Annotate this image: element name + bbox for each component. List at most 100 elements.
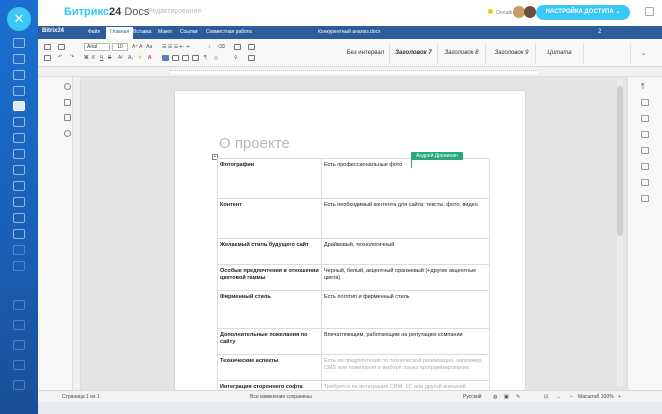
table-row[interactable]: Технические аспекты Есть ли предпочтения … (217, 354, 490, 381)
table-cell-label[interactable]: Контент (217, 198, 322, 239)
table-cell-value[interactable]: Есть профессиональные фото (321, 158, 490, 199)
superscript-icon[interactable]: A² (118, 55, 123, 61)
header-footer-icon[interactable] (641, 131, 649, 138)
table-cell-value[interactable]: Есть необходимый контента для сайта: тек… (321, 198, 490, 239)
bullets-icon[interactable]: ☰ ☰ ☰ ⇤ ⇥ (162, 44, 189, 50)
docs-icon[interactable] (13, 101, 25, 111)
clear-format-icon[interactable]: ⌫ (218, 44, 225, 50)
redo-icon[interactable]: ↷ (70, 54, 74, 60)
table-cell-label[interactable]: Дополнительные пожелания по сайту (217, 328, 322, 355)
close-icon[interactable]: ✕ (7, 7, 31, 31)
font-size-select[interactable]: 10 (112, 43, 128, 51)
info-icon[interactable] (64, 130, 71, 137)
feed-icon[interactable] (13, 54, 25, 64)
crm-icon[interactable] (13, 165, 25, 175)
table-cell-label[interactable]: Интеграция стороннего софта (217, 380, 322, 390)
nav-icon-5[interactable] (13, 340, 25, 350)
table-cell-value[interactable]: Есть логотип и фирменный стиль (321, 290, 490, 329)
scrollbar-thumb[interactable] (617, 86, 623, 236)
tasks-icon[interactable] (13, 70, 25, 80)
copy-style-icon[interactable] (234, 44, 241, 50)
cut-icon[interactable] (58, 44, 65, 50)
font-color-icon[interactable]: A (148, 55, 151, 61)
calendar-icon[interactable] (13, 86, 25, 96)
mail-icon[interactable] (13, 133, 25, 143)
mail-merge-icon[interactable] (641, 195, 649, 202)
nav-icon-6[interactable] (13, 360, 25, 370)
highlight-icon[interactable]: ✎ (138, 55, 142, 61)
document-page[interactable]: О проекте + Фотографии Есть профессиональ… (175, 91, 525, 390)
project-table[interactable]: Фотографии Есть профессиональные фото Кон… (217, 158, 490, 390)
fit-page-icon[interactable]: ⊡ (544, 394, 548, 400)
table-row[interactable]: Контент Есть необходимый контента для сай… (217, 198, 490, 239)
line-spacing-icon[interactable]: ↕ (208, 44, 211, 50)
align-left-icon[interactable] (162, 55, 169, 61)
style-no-spacing[interactable]: Без интервал (342, 43, 390, 64)
tab-file[interactable]: Файл (88, 29, 100, 35)
align-center-icon[interactable] (172, 55, 179, 61)
image-settings-icon[interactable] (641, 115, 649, 122)
table-cell-label[interactable]: Технические аспекты (217, 354, 322, 381)
style-heading-7[interactable]: Заголовок 7 (390, 43, 438, 64)
nav-icon-7[interactable] (13, 380, 25, 390)
strike-icon[interactable]: S (108, 55, 111, 61)
vertical-scrollbar[interactable] (617, 80, 623, 386)
align-right-icon[interactable] (182, 55, 189, 61)
shape-settings-icon[interactable] (641, 147, 649, 154)
nav-icon-2[interactable] (13, 261, 25, 271)
comments-icon[interactable] (64, 99, 71, 106)
nav-icon-4[interactable] (13, 320, 25, 330)
table-cell-value[interactable]: Есть ли предпочтения по технической реал… (321, 354, 490, 381)
select-all-icon[interactable] (248, 55, 255, 61)
language-select[interactable]: Русский (463, 394, 482, 400)
table-cell-value[interactable]: Требуется ли интеграция CRM, 1С или друг… (321, 380, 490, 390)
search-icon[interactable] (64, 83, 71, 90)
users-count[interactable]: 2 (598, 29, 601, 35)
table-row[interactable]: Дополнительные пожелания по сайту Впечатл… (217, 328, 490, 355)
sites-icon[interactable] (13, 229, 25, 239)
target-icon[interactable] (13, 197, 25, 207)
shading-icon[interactable]: ◇ (214, 55, 218, 61)
horizontal-ruler[interactable] (38, 67, 662, 77)
table-row[interactable]: Желаемый стиль будущего сайт Драйвовый, т… (217, 238, 490, 265)
navigation-icon[interactable] (64, 114, 71, 121)
paragraph-icon[interactable]: ¶ (204, 55, 207, 61)
undo-icon[interactable]: ↶ (58, 54, 62, 60)
font-family-select[interactable]: Arial (84, 43, 110, 51)
tab-references[interactable]: Ссылки (180, 29, 198, 35)
italic-icon[interactable]: К (92, 55, 95, 61)
copy-icon[interactable] (44, 44, 51, 50)
spellcheck-icon[interactable]: ▣ (504, 394, 509, 400)
page-title[interactable]: О проекте (219, 135, 290, 152)
insert-table-icon[interactable] (248, 44, 255, 50)
style-quote[interactable]: Цитата (536, 43, 584, 64)
paste-icon[interactable] (44, 55, 51, 61)
cart-icon[interactable] (13, 213, 25, 223)
chart-settings-icon[interactable] (641, 163, 649, 170)
zoom-in-icon[interactable]: + (618, 394, 621, 400)
chat-icon[interactable] (13, 38, 25, 48)
chevron-down-icon[interactable]: ⌄ (630, 43, 656, 64)
fullscreen-icon[interactable] (645, 7, 654, 16)
tab-insert[interactable]: Вставка (133, 29, 152, 35)
table-row[interactable]: Фирменный стиль Есть логотип и фирменный … (217, 290, 490, 329)
justify-icon[interactable] (192, 55, 199, 61)
access-settings-button[interactable]: НАСТРОЙКА ДОСТУПА ⌄ (536, 5, 630, 20)
tab-layout[interactable]: Макет (158, 29, 172, 35)
filter-icon[interactable] (13, 181, 25, 191)
paragraph-settings-icon[interactable]: ¶ (641, 83, 649, 90)
track-changes-icon[interactable]: ✎ (516, 394, 520, 400)
subscript-icon[interactable]: A₂ (128, 55, 133, 61)
underline-icon[interactable]: Ч (100, 55, 103, 61)
table-row[interactable]: Интеграция стороннего софта Требуется ли … (217, 380, 490, 390)
tab-collaboration[interactable]: Совместная работа (206, 29, 252, 35)
table-cell-label[interactable]: Фирменный стиль (217, 290, 322, 329)
zoom-out-icon[interactable]: − (570, 394, 573, 400)
nav-icon-3[interactable] (13, 300, 25, 310)
drive-icon[interactable] (13, 117, 25, 127)
table-cell-label[interactable]: Особые предпочтения в отношении цветовой… (217, 264, 322, 291)
table-cell-value[interactable]: Драйвовый, технологичный (321, 238, 490, 265)
format-painter-icon[interactable]: ⚲ (234, 55, 238, 61)
bold-icon[interactable]: Ж (84, 55, 89, 61)
table-cell-value[interactable]: Черный, белый, акцентный оранжевый (+дру… (321, 264, 490, 291)
